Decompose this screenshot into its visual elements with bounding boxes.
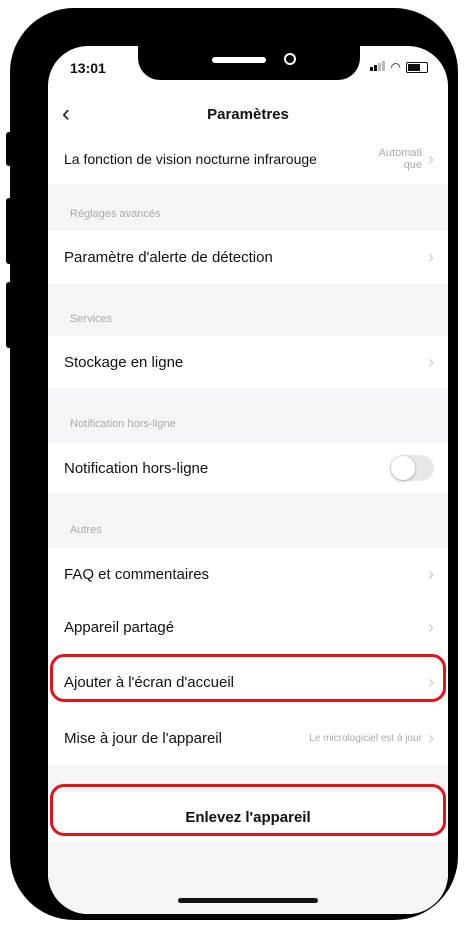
row-offline-notification: Notification hors-ligne: [48, 442, 448, 494]
row-detection-alert[interactable]: Paramètre d'alerte de détection ›: [48, 231, 448, 283]
row-label: La fonction de vision nocturne infraroug…: [64, 151, 317, 167]
notch: [138, 46, 360, 80]
app-screen: 13:01 ◠ ‹ Paramètres La fonction de visi…: [48, 46, 448, 914]
row-label: Ajouter à l'écran d'accueil: [64, 673, 234, 691]
section-header-advanced: Réglages avancés: [48, 184, 448, 231]
chevron-right-icon: ›: [428, 246, 434, 267]
row-label: Stockage en ligne: [64, 353, 184, 371]
page-title: Paramètres: [207, 106, 289, 123]
row-value: Automati que: [378, 147, 422, 171]
status-icons: ◠: [369, 60, 428, 74]
signal-icon: [369, 60, 386, 74]
chevron-right-icon: ›: [428, 671, 434, 692]
chevron-right-icon: ›: [428, 563, 434, 584]
row-label: FAQ et commentaires: [64, 565, 210, 583]
camera: [284, 53, 296, 65]
row-label: Appareil partagé: [64, 618, 175, 636]
section-header-offline-notification: Notification hors-ligne: [48, 388, 448, 442]
row-device-update[interactable]: Mise à jour de l'appareil Le micrologici…: [48, 710, 448, 766]
wifi-icon: ◠: [390, 60, 401, 74]
row-night-vision[interactable]: La fonction de vision nocturne infraroug…: [48, 134, 448, 184]
section-spacer: [48, 766, 448, 792]
speaker: [212, 57, 266, 63]
chevron-right-icon: ›: [428, 148, 434, 169]
row-label: Paramètre d'alerte de détection: [64, 248, 273, 266]
battery-icon: [406, 61, 428, 73]
row-add-home-screen[interactable]: Ajouter à l'écran d'accueil ›: [48, 654, 448, 710]
chevron-right-icon: ›: [428, 351, 434, 372]
row-faq[interactable]: FAQ et commentaires ›: [48, 548, 448, 600]
chevron-right-icon: ›: [428, 616, 434, 637]
remove-device-button[interactable]: Enlevez l'appareil: [48, 792, 448, 842]
mute-switch: [6, 132, 12, 166]
row-label: Notification hors-ligne: [64, 459, 209, 477]
phone-frame: 13:01 ◠ ‹ Paramètres La fonction de visi…: [6, 8, 458, 920]
section-header-services: Services: [48, 283, 448, 336]
status-time: 13:01: [70, 60, 106, 76]
row-value: Le micrologiciel est à jour: [309, 732, 422, 744]
chevron-right-icon: ›: [428, 727, 434, 748]
bottom-spacer: [48, 842, 448, 914]
row-label: Mise à jour de l'appareil: [64, 729, 222, 747]
header: ‹ Paramètres: [48, 100, 448, 134]
offline-notification-toggle[interactable]: [390, 455, 434, 481]
section-header-others: Autres: [48, 494, 448, 548]
home-indicator: [178, 898, 318, 903]
volume-up-button: [6, 198, 12, 264]
volume-down-button: [6, 282, 12, 348]
row-cloud-storage[interactable]: Stockage en ligne ›: [48, 336, 448, 388]
row-shared-device[interactable]: Appareil partagé ›: [48, 600, 448, 654]
